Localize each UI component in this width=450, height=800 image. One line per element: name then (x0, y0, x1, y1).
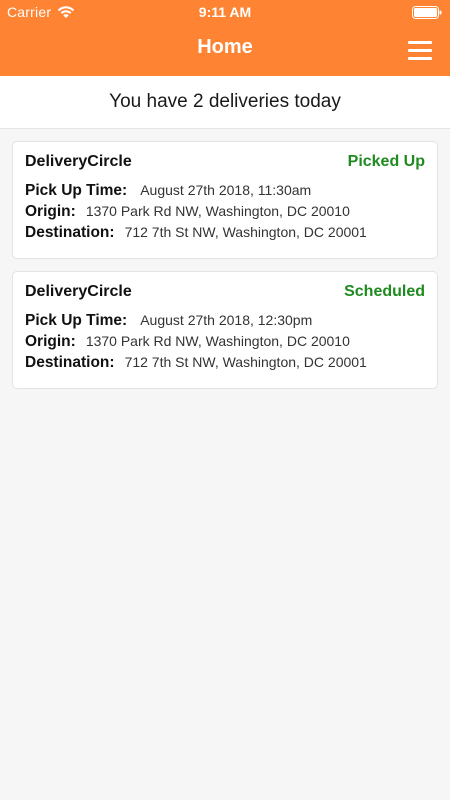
summary-text: You have 2 deliveries today (109, 91, 341, 112)
pickup-time-row: Pick Up Time: August 27th 2018, 12:30pm (25, 310, 425, 331)
top-bar: Carrier 9:11 AM Home (0, 0, 450, 76)
destination-value: 712 7th St NW, Washington, DC 20001 (124, 224, 367, 240)
origin-row: Origin: 1370 Park Rd NW, Washington, DC … (25, 201, 425, 222)
status-badge: Picked Up (347, 153, 425, 170)
delivery-card[interactable]: DeliveryCircle Picked Up Pick Up Time: A… (12, 141, 438, 259)
status-bar: Carrier 9:11 AM (0, 0, 450, 24)
screen: Carrier 9:11 AM Home You have 2 deliveri… (0, 0, 450, 800)
pickup-time-value: August 27th 2018, 12:30pm (140, 312, 313, 328)
delivery-card[interactable]: DeliveryCircle Scheduled Pick Up Time: A… (12, 271, 438, 389)
destination-row: Destination: 712 7th St NW, Washington, … (25, 222, 425, 243)
destination-value: 712 7th St NW, Washington, DC 20001 (124, 354, 367, 370)
company-name: DeliveryCircle (25, 153, 132, 170)
pickup-time-label: Pick Up Time: (25, 312, 128, 329)
hamburger-menu-icon[interactable] (408, 39, 432, 61)
destination-label: Destination: (25, 224, 115, 241)
pickup-time-row: Pick Up Time: August 27th 2018, 11:30am (25, 180, 425, 201)
delivery-list: DeliveryCircle Picked Up Pick Up Time: A… (0, 129, 450, 389)
pickup-time-label: Pick Up Time: (25, 182, 128, 199)
deliveries-summary: You have 2 deliveries today (0, 76, 450, 129)
company-name: DeliveryCircle (25, 283, 132, 300)
origin-label: Origin: (25, 333, 76, 350)
menu-line (408, 57, 432, 60)
destination-label: Destination: (25, 354, 115, 371)
pickup-time-value: August 27th 2018, 11:30am (140, 182, 312, 198)
navigation-bar: Home (0, 24, 450, 76)
card-header: DeliveryCircle Scheduled (25, 283, 425, 301)
origin-value: 1370 Park Rd NW, Washington, DC 20010 (85, 203, 350, 219)
menu-line (408, 41, 432, 44)
destination-row: Destination: 712 7th St NW, Washington, … (25, 352, 425, 373)
card-header: DeliveryCircle Picked Up (25, 153, 425, 171)
origin-value: 1370 Park Rd NW, Washington, DC 20010 (85, 333, 350, 349)
status-badge: Scheduled (344, 283, 425, 300)
page-title: Home (197, 36, 253, 58)
origin-row: Origin: 1370 Park Rd NW, Washington, DC … (25, 331, 425, 352)
clock: 9:11 AM (198, 4, 252, 20)
battery-icon (412, 6, 442, 19)
origin-label: Origin: (25, 203, 76, 220)
menu-line (408, 49, 432, 52)
